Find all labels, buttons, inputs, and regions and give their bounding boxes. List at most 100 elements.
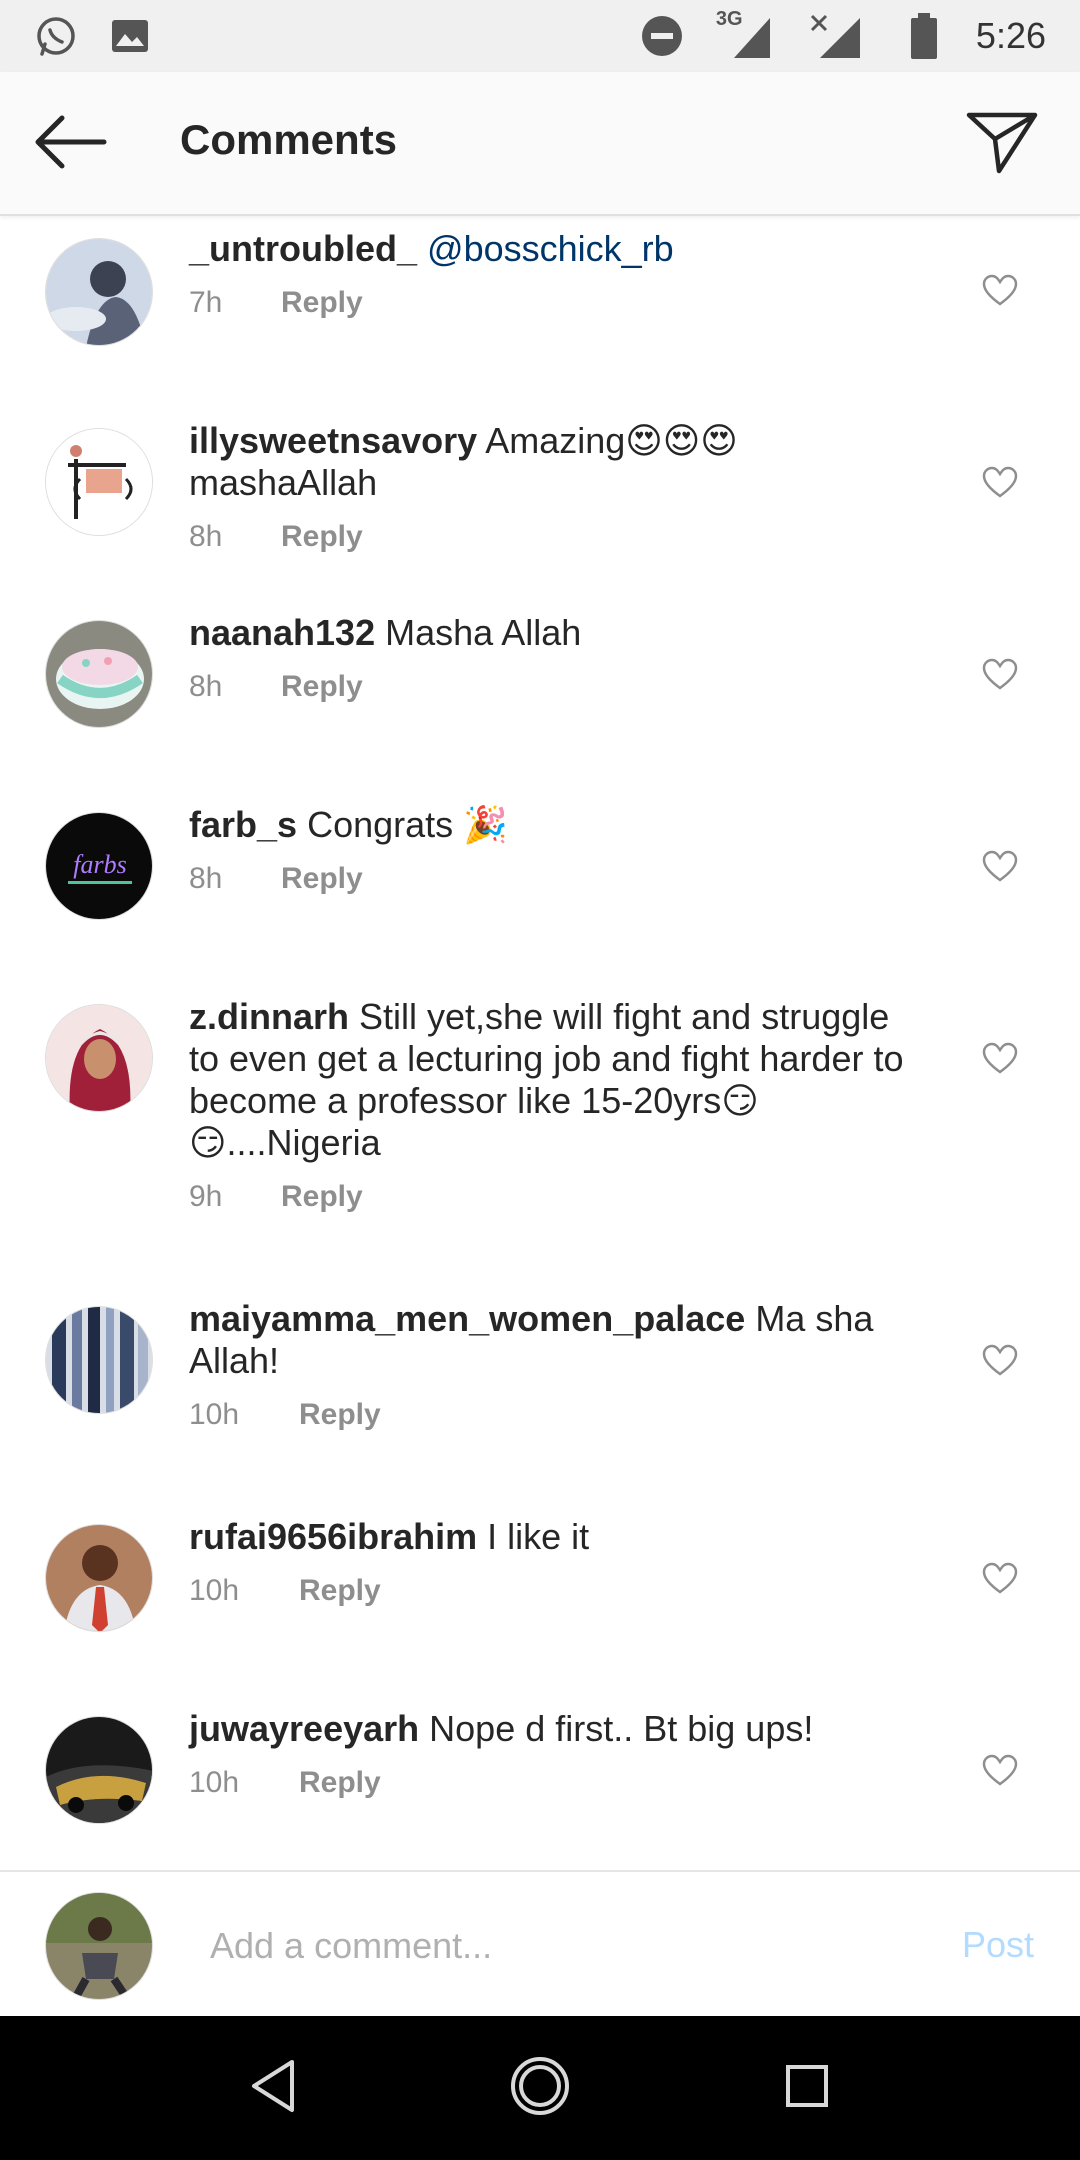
- comment-body: illysweetnsavory Amazing😍😍😍mashaAllah 8h…: [189, 420, 909, 554]
- dnd-icon: [640, 14, 684, 58]
- comment-meta: 10h Reply: [189, 1766, 909, 1800]
- whatsapp-icon: [34, 14, 78, 58]
- comment-body: _untroubled_ @bosschick_rb 7h Reply: [189, 228, 909, 320]
- nav-home-button[interactable]: [500, 2048, 580, 2128]
- screen: 3G 5:26 Comments _untroubled_ @bosschick…: [0, 0, 1080, 2160]
- comment-composer: Post: [0, 1870, 1080, 2016]
- comment-message: Nope d first.. Bt big ups!: [429, 1708, 814, 1749]
- comment-text: naanah132 Masha Allah: [189, 612, 909, 654]
- avatar[interactable]: farbs: [45, 812, 153, 920]
- nav-recents-button[interactable]: [767, 2048, 847, 2128]
- reply-button[interactable]: Reply: [299, 1398, 381, 1432]
- comment-username[interactable]: farb_s: [189, 804, 297, 845]
- direct-send-button[interactable]: [960, 102, 1044, 186]
- comment-time: 8h: [189, 520, 223, 553]
- comment-username[interactable]: rufai9656ibrahim: [189, 1516, 477, 1557]
- comment-meta: 8h Reply: [189, 520, 909, 554]
- comment-time: 9h: [189, 1180, 223, 1213]
- avatar[interactable]: [45, 1716, 153, 1824]
- comment-body: juwayreeyarh Nope d first.. Bt big ups! …: [189, 1708, 909, 1800]
- system-nav-bar: [0, 2016, 1080, 2160]
- comment-time: 10h: [189, 1574, 240, 1607]
- comment-time: 10h: [189, 1766, 240, 1799]
- battery-icon: [902, 13, 946, 59]
- comment-text: farb_s Congrats 🎉: [189, 804, 909, 846]
- comment-mention[interactable]: @bosschick_rb: [427, 228, 674, 269]
- comment-username[interactable]: naanah132: [189, 612, 375, 653]
- comment-text: juwayreeyarh Nope d first.. Bt big ups!: [189, 1708, 909, 1750]
- heart-icon: [982, 1562, 1018, 1599]
- no-signal-icon: [808, 12, 872, 60]
- like-button[interactable]: [980, 1342, 1020, 1382]
- comment-message: I like it: [487, 1516, 590, 1557]
- like-button[interactable]: [980, 1560, 1020, 1600]
- back-triangle-icon: [248, 2058, 298, 2119]
- comment-username[interactable]: z.dinnarh: [189, 996, 349, 1037]
- network-type-label: 3G: [715, 8, 743, 30]
- avatar[interactable]: [45, 620, 153, 728]
- avatar[interactable]: [45, 1524, 153, 1632]
- heart-icon: [982, 274, 1018, 311]
- reply-button[interactable]: Reply: [299, 1766, 381, 1800]
- avatar[interactable]: [45, 238, 153, 346]
- like-button[interactable]: [980, 656, 1020, 696]
- reply-button[interactable]: Reply: [299, 1574, 381, 1608]
- comment-time: 7h: [189, 286, 223, 319]
- comment-time: 8h: [189, 862, 223, 895]
- comment-username[interactable]: juwayreeyarh: [189, 1708, 419, 1749]
- reply-button[interactable]: Reply: [281, 670, 363, 704]
- comment-meta: 8h Reply: [189, 670, 909, 704]
- like-button[interactable]: [980, 1752, 1020, 1792]
- heart-icon: [982, 658, 1018, 695]
- comment-username[interactable]: _untroubled_: [189, 228, 417, 269]
- avatar[interactable]: [45, 428, 153, 536]
- comment-body: maiyamma_men_women_palace Ma sha Allah! …: [189, 1298, 909, 1432]
- arrow-left-icon: [32, 112, 108, 177]
- comment-meta: 8h Reply: [189, 862, 909, 896]
- reply-button[interactable]: Reply: [281, 286, 363, 320]
- comment-text: _untroubled_ @bosschick_rb: [189, 228, 909, 270]
- heart-icon: [982, 1754, 1018, 1791]
- heart-icon: [982, 850, 1018, 887]
- reply-button[interactable]: Reply: [281, 862, 363, 896]
- comment-time: 8h: [189, 670, 223, 703]
- post-button[interactable]: Post: [962, 1924, 1034, 1966]
- add-comment-input[interactable]: [210, 1918, 910, 1974]
- comment-body: naanah132 Masha Allah 8h Reply: [189, 612, 909, 704]
- avatar[interactable]: [45, 1004, 153, 1112]
- like-button[interactable]: [980, 848, 1020, 888]
- status-left: [34, 14, 152, 58]
- direct-send-icon: [965, 109, 1039, 180]
- like-button[interactable]: [980, 1040, 1020, 1080]
- comment-list[interactable]: _untroubled_ @bosschick_rb 7h Reply illy…: [0, 218, 1080, 1870]
- back-button[interactable]: [30, 110, 110, 178]
- svg-text:farbs: farbs: [73, 850, 126, 879]
- home-circle-icon: [509, 2055, 571, 2122]
- like-button[interactable]: [980, 272, 1020, 312]
- comment-text: z.dinnarh Still yet,she will fight and s…: [189, 996, 909, 1164]
- clock-time: 5:26: [975, 15, 1046, 56]
- status-right: 3G 5:26: [640, 8, 1046, 60]
- page-title: Comments: [180, 116, 398, 163]
- comment-text: illysweetnsavory Amazing😍😍😍mashaAllah: [189, 420, 909, 504]
- gallery-icon: [108, 14, 152, 58]
- status-bar: 3G 5:26: [0, 0, 1080, 72]
- avatar[interactable]: [45, 1306, 153, 1414]
- comment-username[interactable]: maiyamma_men_women_palace: [189, 1298, 745, 1339]
- reply-button[interactable]: Reply: [281, 1180, 363, 1214]
- heart-icon: [982, 1344, 1018, 1381]
- comment-meta: 10h Reply: [189, 1574, 909, 1608]
- nav-back-button[interactable]: [233, 2048, 313, 2128]
- comment-body: z.dinnarh Still yet,she will fight and s…: [189, 996, 909, 1214]
- reply-button[interactable]: Reply: [281, 520, 363, 554]
- current-user-avatar[interactable]: [45, 1892, 153, 2000]
- comment-message: Congrats 🎉: [307, 804, 508, 845]
- like-button[interactable]: [980, 464, 1020, 504]
- comment-text: maiyamma_men_women_palace Ma sha Allah!: [189, 1298, 909, 1382]
- comment-meta: 7h Reply: [189, 286, 909, 320]
- comment-meta: 9h Reply: [189, 1180, 909, 1214]
- signal-icon: 3G: [714, 8, 778, 60]
- heart-icon: [982, 1042, 1018, 1079]
- comment-text: rufai9656ibrahim I like it: [189, 1516, 909, 1558]
- comment-username[interactable]: illysweetnsavory: [189, 420, 477, 461]
